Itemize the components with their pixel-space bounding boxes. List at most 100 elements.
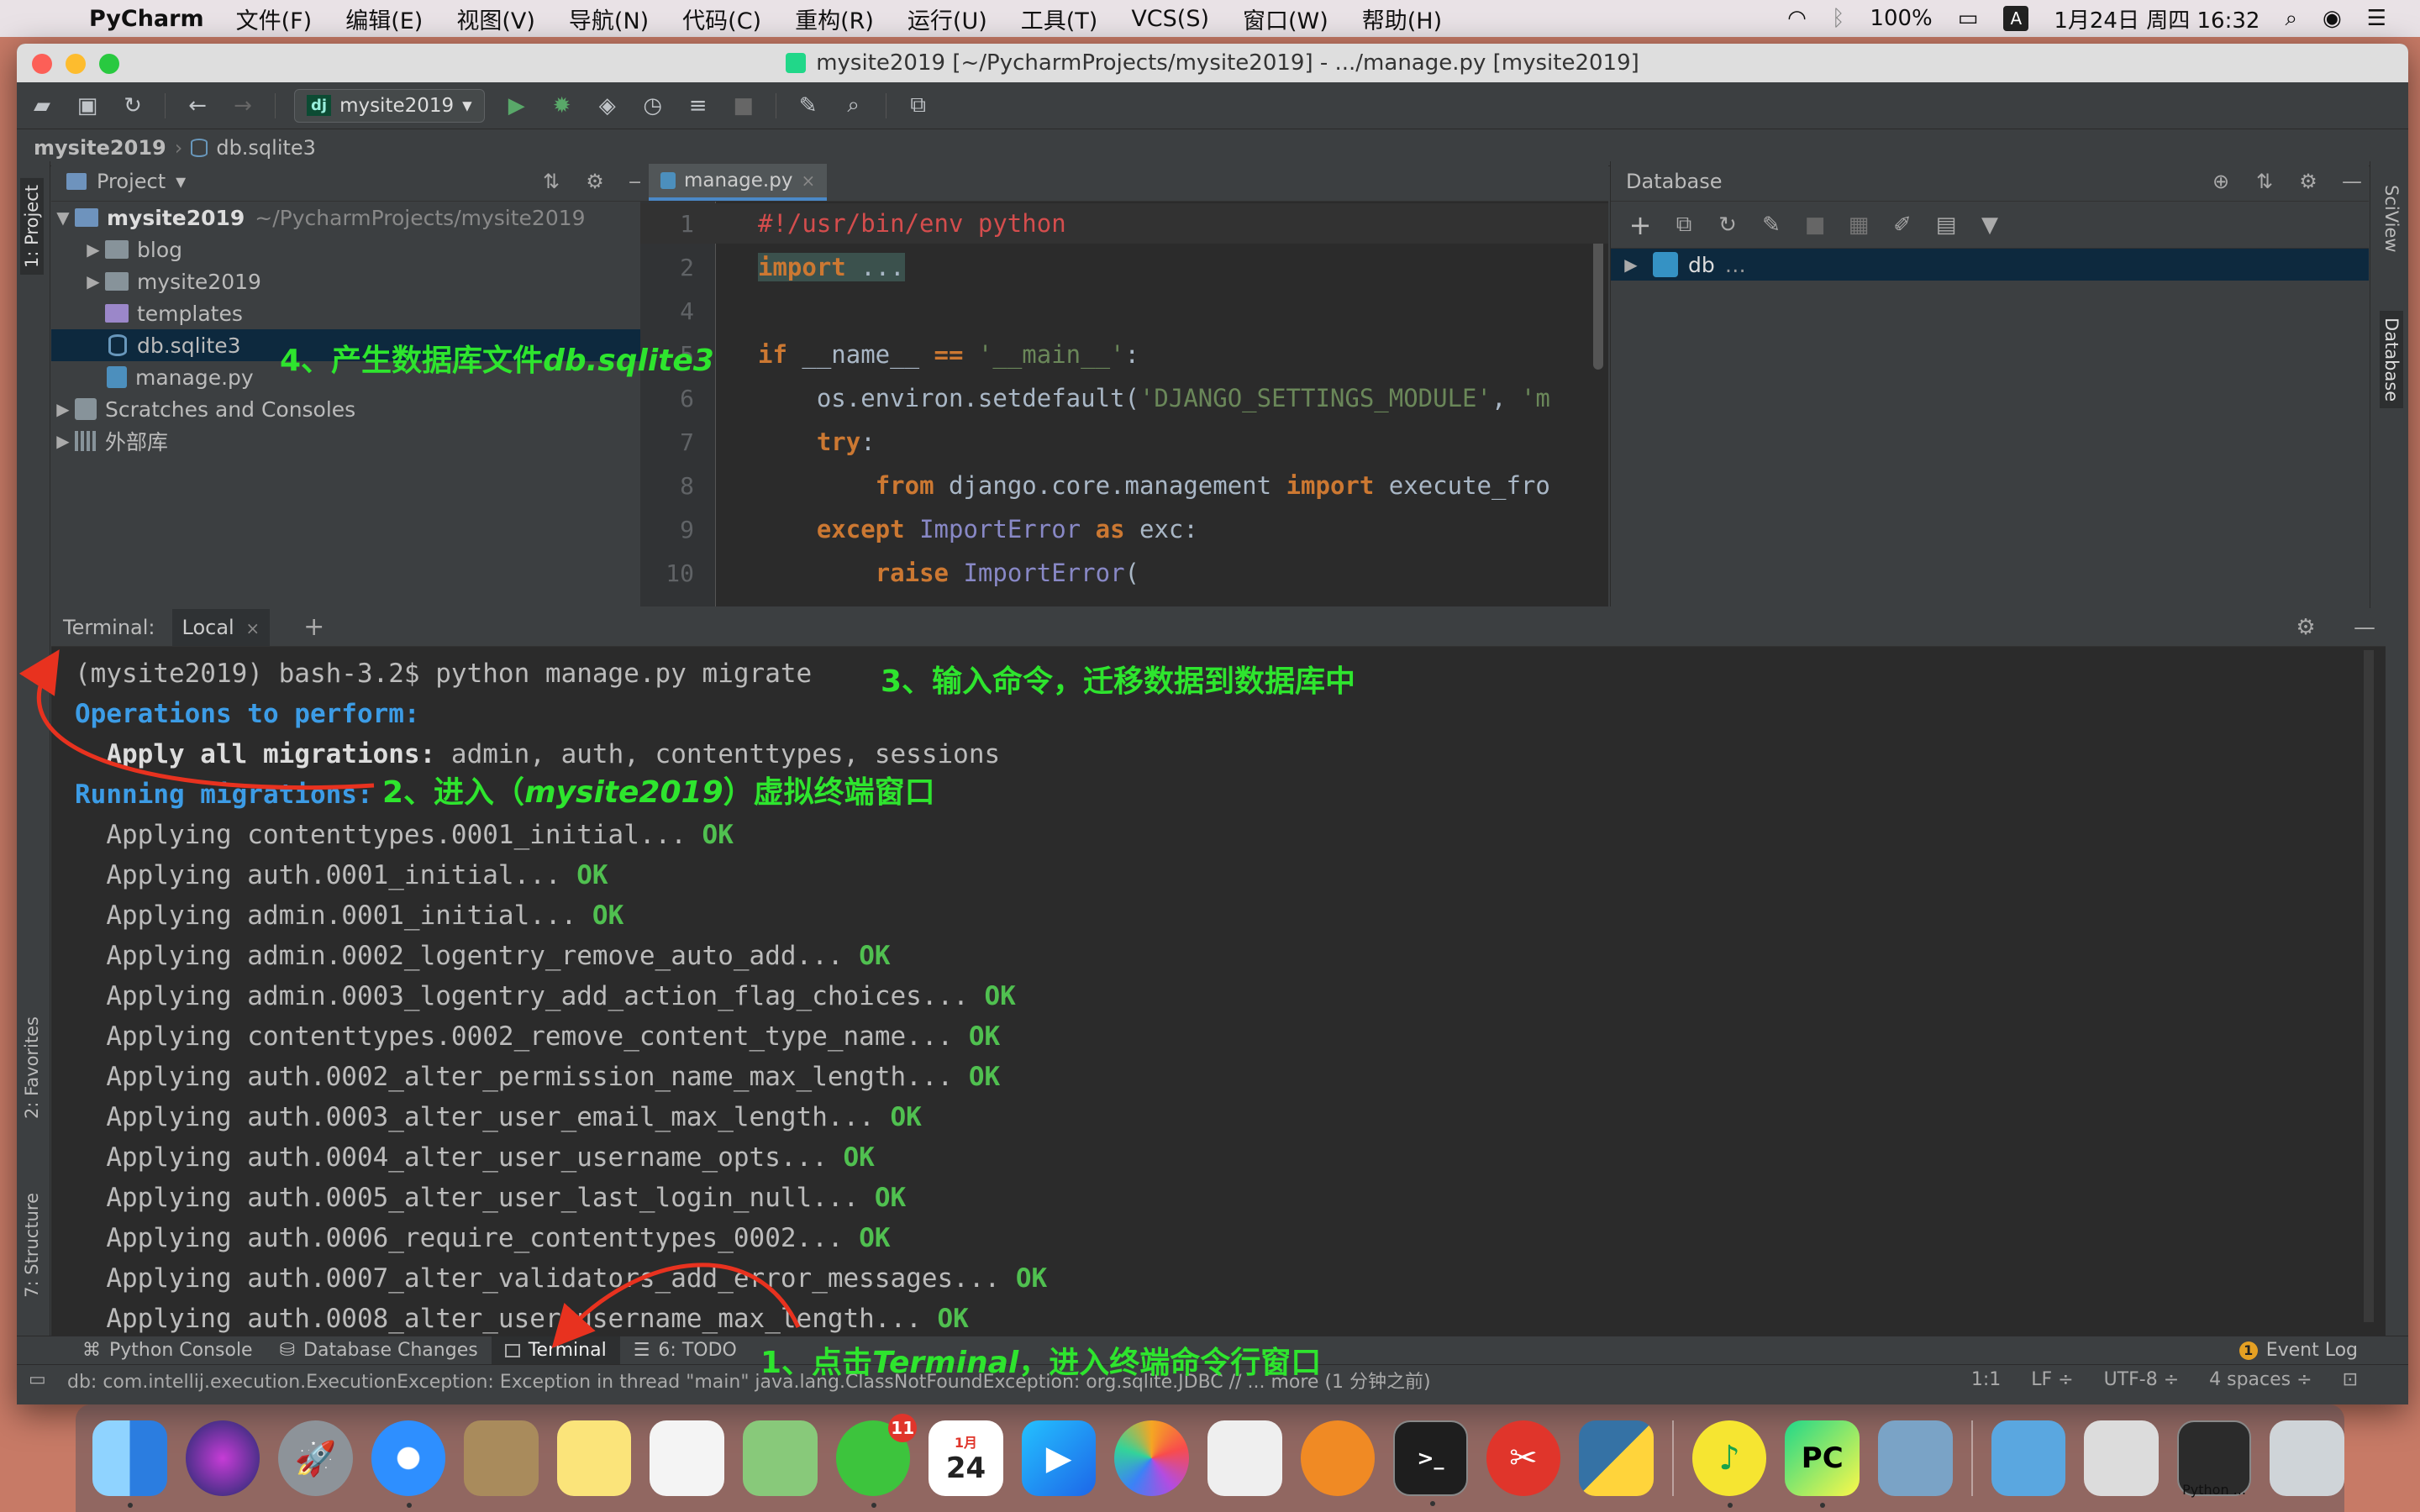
tab-python-console[interactable]: ⌘ Python Console: [69, 1336, 266, 1364]
zoom-window-button[interactable]: [99, 54, 119, 74]
edit-icon[interactable]: ✐: [1888, 213, 1917, 238]
menu-window[interactable]: 窗口(W): [1243, 3, 1328, 35]
code-line[interactable]: 5 if __name__ == '__main__':: [640, 334, 1608, 375]
code-line[interactable]: 1 #!/usr/bin/env python: [640, 203, 1608, 244]
expand-arrow-icon[interactable]: ▶: [51, 399, 75, 419]
input-method-icon[interactable]: A: [2003, 6, 2029, 31]
back-icon[interactable]: ←: [184, 92, 211, 119]
status-toggle-icon[interactable]: ▭: [29, 1369, 46, 1390]
window-thumbnail-icon[interactable]: [2084, 1420, 2159, 1496]
copy-icon[interactable]: ⧉: [1670, 212, 1698, 238]
add-icon[interactable]: +: [1626, 209, 1655, 241]
expand-arrow-icon[interactable]: ▶: [51, 431, 75, 451]
tab-project[interactable]: 1: Project: [20, 178, 44, 275]
tree-item-mysite2019[interactable]: ▶ mysite2019: [51, 265, 655, 297]
tab-structure[interactable]: 7: Structure: [20, 1186, 44, 1305]
notes-icon[interactable]: [556, 1420, 632, 1496]
python-window-thumbnail[interactable]: Python ...: [2176, 1420, 2252, 1498]
menu-refactor[interactable]: 重构(R): [795, 3, 874, 35]
new-session-icon[interactable]: +: [303, 612, 324, 642]
menu-code[interactable]: 代码(C): [682, 3, 761, 35]
close-icon[interactable]: ×: [801, 171, 815, 191]
code-line[interactable]: 8 from django.core.management import exe…: [640, 465, 1608, 506]
search-icon[interactable]: ⌕: [840, 92, 867, 119]
terminal-scrollbar[interactable]: [2364, 650, 2374, 1322]
wifi-icon[interactable]: ◠: [1787, 6, 1807, 31]
menu-file[interactable]: 文件(F): [236, 3, 313, 35]
close-icon[interactable]: ×: [245, 618, 260, 638]
minimize-window-button[interactable]: [66, 54, 86, 74]
coverage-icon[interactable]: ◈: [594, 92, 621, 119]
chevron-down-icon[interactable]: ▾: [176, 170, 186, 193]
downloads-folder-icon[interactable]: [1991, 1420, 2066, 1496]
reminders-icon[interactable]: [650, 1420, 725, 1496]
properties-icon[interactable]: ✎: [1757, 213, 1786, 238]
file-encoding[interactable]: UTF-8 ÷: [2104, 1369, 2180, 1390]
bluetooth-icon[interactable]: ᛒ: [1832, 6, 1845, 31]
wechat-icon[interactable]: 11: [835, 1414, 918, 1508]
launchpad-icon[interactable]: 🚀: [278, 1420, 353, 1496]
gear-icon[interactable]: ⚙: [2285, 615, 2327, 640]
tree-item-external-libs[interactable]: ▶ 外部库: [51, 425, 655, 457]
code-line[interactable]: 2 import ...: [640, 247, 1608, 287]
event-log-button[interactable]: 1 Event Log: [2238, 1340, 2358, 1361]
filter-icon[interactable]: ▼: [1975, 213, 2004, 238]
menu-vcs[interactable]: VCS(S): [1131, 6, 1209, 32]
code-line[interactable]: 7 try:: [640, 422, 1608, 462]
table-icon[interactable]: ▦: [1844, 213, 1873, 238]
menu-edit[interactable]: 编辑(E): [345, 3, 423, 35]
tree-item-root[interactable]: ▼ mysite2019 ~/PycharmProjects/mysite201…: [51, 202, 655, 234]
photos-icon[interactable]: [1114, 1420, 1189, 1496]
textedit-icon[interactable]: [1207, 1420, 1282, 1496]
gear-icon[interactable]: ⚙: [578, 170, 612, 193]
code-line[interactable]: 9 except ImportError as exc:: [640, 509, 1608, 549]
tab-database[interactable]: Database: [2380, 311, 2403, 409]
notification-center-icon[interactable]: ☰: [2367, 6, 2386, 31]
stop-icon[interactable]: ■: [1801, 213, 1829, 238]
siri-icon[interactable]: [185, 1420, 260, 1496]
indent-setting[interactable]: 4 spaces ÷: [2209, 1369, 2312, 1390]
editor-tab-manage-py[interactable]: manage.py ×: [649, 164, 828, 201]
breadcrumb-file[interactable]: db.sqlite3: [216, 136, 316, 160]
books-icon[interactable]: [1300, 1420, 1376, 1496]
stop-icon[interactable]: ■: [730, 92, 757, 119]
preview-icon[interactable]: [1878, 1420, 1953, 1496]
crosshair-icon[interactable]: ⊕: [2204, 170, 2238, 193]
gear-icon[interactable]: ⚙: [2291, 170, 2325, 193]
forward-icon[interactable]: →: [229, 92, 256, 119]
terminal-output[interactable]: (mysite2019) bash-3.2$ python manage.py …: [51, 647, 2386, 1339]
siri-icon[interactable]: ◉: [2323, 6, 2342, 31]
tree-item-blog[interactable]: ▶ blog: [51, 234, 655, 265]
console-icon[interactable]: ▤: [1932, 213, 1960, 238]
finder-icon[interactable]: [92, 1420, 167, 1508]
terminal-tab-local[interactable]: Local ×: [171, 608, 271, 646]
hide-panel-icon[interactable]: —: [2335, 170, 2369, 193]
run-icon[interactable]: ▶: [503, 92, 530, 119]
project-view-selector[interactable]: Project: [97, 170, 166, 193]
expand-arrow-icon[interactable]: ▶: [1619, 255, 1643, 275]
caret-position[interactable]: 1:1: [1971, 1369, 2001, 1390]
tree-item-scratches[interactable]: ▶ Scratches and Consoles: [51, 393, 655, 425]
trash-icon[interactable]: [2270, 1420, 2344, 1496]
tab-sciview[interactable]: SciView: [2380, 178, 2403, 260]
expand-arrow-icon[interactable]: ▼: [51, 207, 75, 228]
expand-arrow-icon[interactable]: ▶: [82, 271, 105, 291]
code-line[interactable]: 4: [640, 291, 1608, 331]
vcs-icon[interactable]: ⧉: [905, 92, 932, 119]
code-area[interactable]: ✔ 1#!/usr/bin/env python2import ...45if …: [640, 202, 1608, 606]
battery-percent[interactable]: 100%: [1870, 6, 1932, 31]
menu-navigate[interactable]: 导航(N): [569, 3, 649, 35]
profile-icon[interactable]: ◷: [639, 92, 666, 119]
close-window-button[interactable]: [32, 54, 52, 74]
open-folder-icon[interactable]: ▰: [29, 92, 55, 119]
refresh-icon[interactable]: ↻: [1713, 213, 1742, 238]
menu-tools[interactable]: 工具(T): [1021, 3, 1098, 35]
video-player-icon[interactable]: ▶: [1021, 1420, 1097, 1496]
calendar-icon[interactable]: 1月 24: [929, 1420, 1003, 1496]
concurrency-icon[interactable]: ≡: [685, 92, 712, 119]
spotlight-icon[interactable]: ⌕: [2285, 6, 2297, 32]
tree-item-templates[interactable]: templates: [51, 297, 655, 329]
tab-favorites[interactable]: 2: Favorites: [20, 1010, 44, 1126]
code-line[interactable]: 6 os.environ.setdefault('DJANGO_SETTINGS…: [640, 378, 1608, 418]
menu-app-name[interactable]: PyCharm: [89, 6, 204, 32]
